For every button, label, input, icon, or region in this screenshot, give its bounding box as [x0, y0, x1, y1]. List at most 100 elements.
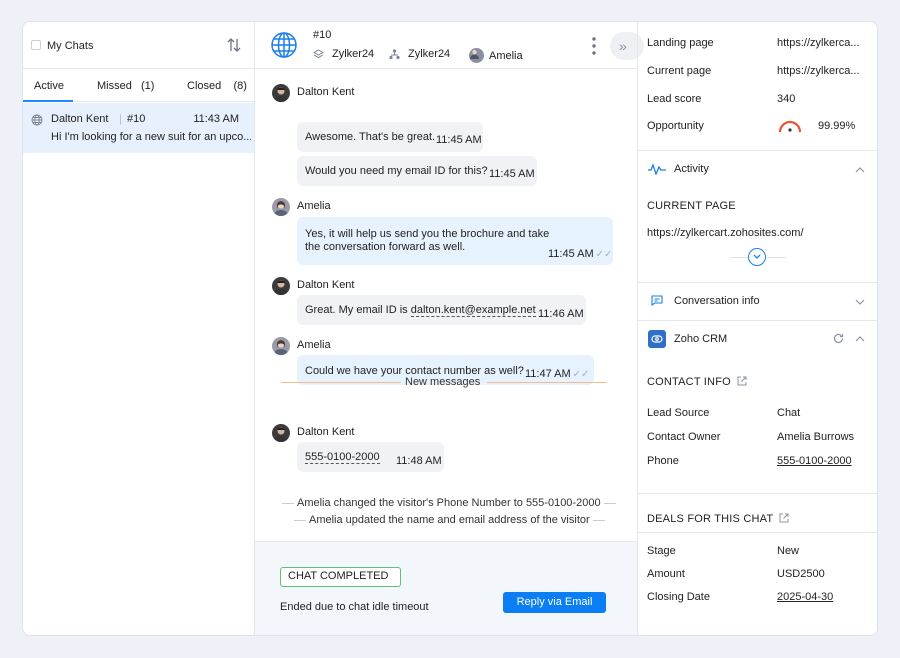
chat-footer: CHAT COMPLETED Ended due to chat idle ti… [255, 541, 637, 635]
brand-meta: Zylker24 [313, 48, 374, 60]
current-page-heading: CURRENT PAGE [647, 200, 736, 212]
chevron-up-icon[interactable] [855, 167, 865, 173]
contact-owner-value: Amelia Burrows [777, 431, 855, 443]
message-bubble: 555-0100-2000 11:48 AM [297, 442, 444, 472]
chat-list-pane: My Chats Active Missed (1) Closed (8) Da… [23, 22, 255, 635]
new-messages-label: New messages [405, 376, 481, 388]
new-messages-divider: New messages [281, 376, 607, 388]
reply-via-email-button[interactable]: Reply via Email [503, 592, 606, 613]
opportunity-label: Opportunity [647, 120, 704, 132]
separator: | [119, 113, 122, 125]
read-tick-icon: ✓✓ [595, 249, 613, 260]
globe-icon [271, 32, 297, 58]
conversation-info-title[interactable]: Conversation info [674, 295, 760, 307]
amount-label: Amount [647, 568, 685, 580]
chevron-down-icon [753, 254, 761, 259]
landing-page-value[interactable]: https://zylkerca... [777, 37, 860, 49]
conversation-pane: #10 Zylker24 Zylker24 Amelia » Dalton Ke… [255, 22, 644, 635]
sender-name: Dalton Kent [297, 426, 355, 438]
department-icon [389, 48, 400, 59]
phone-link[interactable]: 555-0100-2000 [305, 451, 380, 464]
globe-icon [31, 114, 43, 126]
layers-icon [313, 48, 324, 58]
amount-value: USD2500 [777, 568, 825, 580]
current-page-value[interactable]: https://zylkerca... [777, 65, 860, 77]
external-link-icon[interactable] [737, 376, 747, 386]
chat-list-item[interactable]: Dalton Kent | #10 11:43 AM Hi I'm lookin… [23, 103, 254, 153]
sort-icon[interactable] [226, 37, 242, 53]
message-bubble: Would you need my email ID for this? 11:… [297, 156, 537, 186]
message-bubble: Awesome. That's be great. 11:45 AM [297, 122, 483, 152]
activity-title: Activity [674, 163, 709, 175]
zoho-crm-icon [648, 330, 666, 348]
end-reason: Ended due to chat idle timeout [280, 601, 429, 613]
chat-tabs: Active Missed (1) Closed (8) [23, 70, 254, 102]
sender-name: Amelia [297, 339, 331, 351]
agent-avatar [272, 198, 290, 216]
agent-avatar [272, 337, 290, 355]
tab-closed[interactable]: Closed (8) [187, 70, 247, 102]
message-text: Would you need my email ID for this? [305, 165, 488, 177]
chat-list-title: My Chats [47, 40, 94, 52]
visitor-avatar [272, 84, 290, 102]
chevron-down-icon[interactable] [855, 299, 865, 305]
email-link[interactable]: dalton.kent@example.net [410, 304, 536, 317]
chat-id: #10 [313, 29, 332, 41]
stage-value: New [777, 545, 800, 557]
message-list: Dalton Kent Awesome. That's be great. 11… [255, 70, 637, 540]
chevron-up-icon[interactable] [855, 336, 865, 342]
sender-name: Dalton Kent [297, 86, 355, 98]
visitor-info-pane: Landing page https://zylkerca... Current… [637, 22, 877, 635]
deals-heading: DEALS FOR THIS CHAT [647, 513, 789, 525]
department-meta: Zylker24 [389, 48, 450, 60]
agent-name: Amelia [489, 49, 523, 62]
department-name: Zylker24 [408, 48, 451, 60]
current-page-label: Current page [647, 65, 712, 77]
tab-active[interactable]: Active [23, 70, 73, 102]
message-time: 11:45 AM [436, 134, 482, 146]
landing-page-label: Landing page [647, 37, 714, 49]
lead-source-value: Chat [777, 407, 801, 419]
chat-completed-badge: CHAT COMPLETED [280, 567, 401, 587]
opportunity-gauge-icon [778, 120, 802, 133]
chat-number: #10 [127, 113, 146, 125]
message-text: the conversation forward as well. [305, 241, 466, 253]
message-time: 11:45 AM ✓✓ [548, 248, 613, 260]
lead-score-value: 340 [777, 93, 796, 105]
activity-icon [648, 163, 666, 175]
message-text: Great. My email ID is dalton.kent@exampl… [305, 304, 536, 317]
visitor-avatar [272, 424, 290, 442]
lead-score-label: Lead score [647, 93, 702, 105]
tab-count: (1) [141, 80, 155, 92]
lead-source-label: Lead Source [647, 407, 710, 419]
brand-name: Zylker24 [332, 48, 375, 60]
refresh-icon[interactable] [833, 333, 844, 344]
contact-info-heading: CONTACT INFO [647, 376, 747, 388]
message-time: 11:46 AM [538, 308, 584, 320]
phone-label: Phone [647, 455, 679, 467]
chat-list-header: My Chats [23, 22, 254, 69]
external-link-icon[interactable] [779, 513, 789, 523]
zoho-crm-title: Zoho CRM [674, 333, 728, 345]
agent-meta: Amelia [469, 48, 523, 63]
agent-avatar [469, 48, 484, 63]
message-bubble: Great. My email ID is dalton.kent@exampl… [297, 295, 586, 325]
tab-count: (8) [233, 80, 247, 92]
opportunity-value: 99.99% [818, 120, 856, 132]
tab-label: Active [34, 80, 64, 92]
closing-date-label: Closing Date [647, 591, 710, 603]
chat-app: My Chats Active Missed (1) Closed (8) Da… [22, 21, 878, 636]
select-all-checkbox[interactable] [31, 40, 41, 50]
more-options-icon[interactable] [591, 36, 597, 56]
stage-label: Stage [647, 545, 676, 557]
phone-value[interactable]: 555-0100-2000 [777, 455, 852, 467]
closing-date-value: 2025-04-30 [777, 591, 834, 603]
visitor-name: Dalton Kent [51, 113, 109, 125]
contact-owner-label: Contact Owner [647, 431, 721, 443]
message-time: 11:45 AM [489, 168, 535, 180]
tab-missed[interactable]: Missed (1) [97, 70, 154, 102]
current-page-url[interactable]: https://zylkercart.zohosites.com/ [647, 227, 804, 239]
message-bubble: Yes, it will help us send you the brochu… [297, 217, 613, 265]
expand-activity-button[interactable] [748, 248, 766, 266]
message-text: Awesome. That's be great. [305, 131, 436, 143]
